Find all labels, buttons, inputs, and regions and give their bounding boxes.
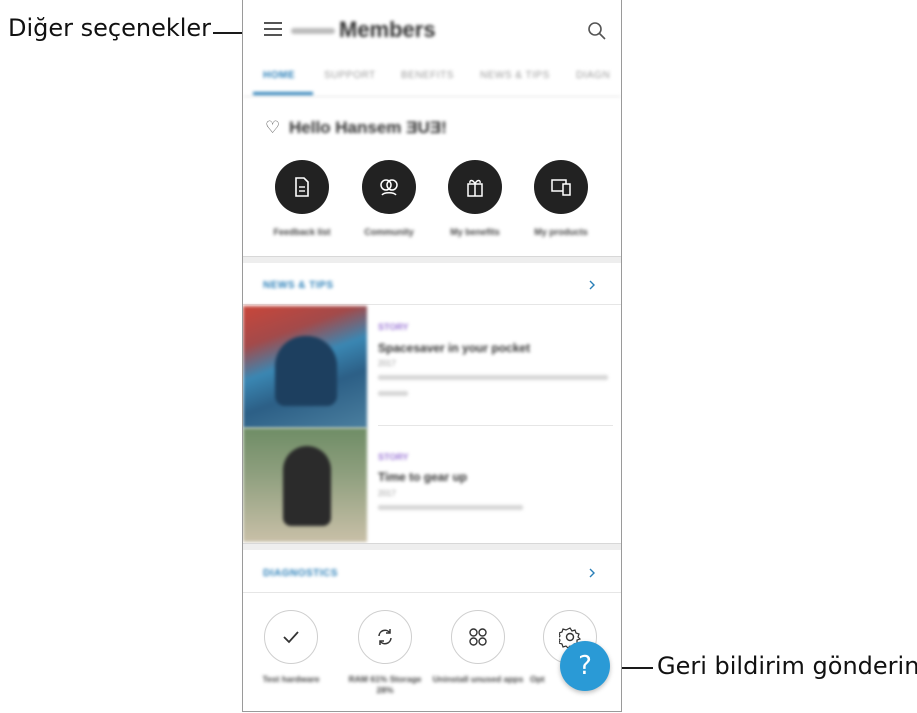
diagnostic-label: Test hardware (262, 674, 320, 684)
news-tips-header[interactable]: NEWS & TIPS (263, 280, 334, 291)
active-tab-indicator (253, 92, 313, 95)
chevron-right-icon[interactable] (587, 280, 597, 290)
news-date: 2017 (378, 359, 396, 368)
diagnostic-label: Uninstall unused apps (432, 674, 524, 684)
refresh-icon (358, 610, 412, 664)
diagnostic-test-hardware[interactable]: Test hardware (245, 610, 337, 685)
greeting-text: Hello Hansem ƎUƎ! (289, 118, 447, 137)
quick-action-label: My benefits (450, 227, 500, 237)
diagnostic-label: RAM 61% Storage 28% (348, 674, 422, 695)
tab-home[interactable]: HOME (263, 70, 295, 81)
quick-action-feedback[interactable]: Feedback list (262, 160, 342, 237)
news-date: 2017 (378, 489, 396, 498)
app-title: Members (291, 17, 436, 43)
news-excerpt (378, 375, 608, 380)
quick-action-products[interactable]: My products (521, 160, 601, 237)
quick-action-community[interactable]: Community (349, 160, 429, 237)
news-thumbnail[interactable] (243, 428, 367, 542)
news-tag: STORY (378, 322, 409, 332)
news-thumbnail-figure (283, 446, 331, 526)
feedback-fab-button[interactable]: ? (560, 641, 610, 691)
news-title[interactable]: Time to gear up (378, 470, 467, 484)
apps-grid-icon (451, 610, 505, 664)
quick-action-label: My products (534, 227, 588, 237)
divider (243, 304, 621, 305)
phone-screen: Members HOME SUPPORT BENEFITS NEWS & TIP… (242, 0, 622, 712)
tab-support[interactable]: SUPPORT (324, 70, 376, 81)
chevron-right-icon[interactable] (587, 568, 597, 578)
quick-action-label: Community (364, 227, 414, 237)
news-excerpt (378, 391, 408, 396)
tab-news-tips[interactable]: NEWS & TIPS (480, 70, 550, 81)
diagnostic-uninstall-apps[interactable]: Uninstall unused apps (432, 610, 524, 685)
news-tag: STORY (378, 452, 409, 462)
document-icon (275, 160, 329, 214)
app-bar: Members (243, 0, 621, 62)
news-title[interactable]: Spacesaver in your pocket (378, 341, 530, 355)
community-icon (362, 160, 416, 214)
check-icon (264, 610, 318, 664)
diagnostic-memory-storage[interactable]: RAM 61% Storage 28% (339, 610, 431, 696)
quick-action-benefits[interactable]: My benefits (435, 160, 515, 237)
callout-send-feedback: Geri bildirim gönderin (657, 652, 917, 680)
search-icon[interactable] (587, 21, 607, 41)
tab-benefits[interactable]: BENEFITS (401, 70, 454, 81)
diagnostics-header[interactable]: DIAGNOSTICS (263, 568, 338, 579)
menu-icon[interactable] (264, 22, 282, 38)
news-thumbnail-figure (275, 336, 337, 406)
tab-bar: HOME SUPPORT BENEFITS NEWS & TIPS DIAGN (243, 62, 621, 97)
callout-more-options: Diğer seçenekler (8, 14, 212, 42)
greeting: ♡ Hello Hansem ƎUƎ! (265, 118, 447, 138)
section-divider (243, 256, 621, 263)
devices-icon (534, 160, 588, 214)
gift-icon (448, 160, 502, 214)
news-thumbnail[interactable] (243, 306, 367, 428)
divider (378, 425, 613, 426)
quick-action-label: Feedback list (273, 227, 331, 237)
tab-diagnostics[interactable]: DIAGN (576, 70, 610, 81)
news-excerpt (378, 505, 523, 510)
divider (243, 592, 621, 593)
section-divider (243, 543, 621, 550)
heart-hand-icon: ♡ (265, 118, 281, 137)
